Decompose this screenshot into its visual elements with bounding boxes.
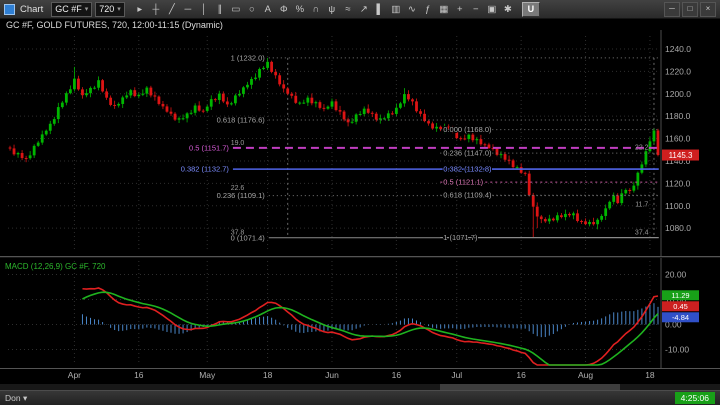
svg-text:22.6: 22.6 [231,185,245,192]
svg-text:-4.84: -4.84 [672,313,689,322]
crosshair-icon[interactable]: ┼ [148,2,164,17]
interval-value: 720 [99,4,115,14]
svg-text:0.5 (1121.1): 0.5 (1121.1) [443,178,483,187]
time-axis-label: Jul [451,370,463,380]
page-selector[interactable]: Don ▾ [5,393,27,404]
chevron-down-icon: ▾ [84,6,89,13]
trendline-icon[interactable]: ╱ [164,2,180,17]
svg-text:1160.0: 1160.0 [665,134,691,144]
svg-text:19.0: 19.0 [231,140,245,147]
svg-text:0.5 (1151.7): 0.5 (1151.7) [189,143,229,152]
zoom-in-icon[interactable]: + [452,2,468,17]
time-axis-label: 16 [516,370,526,380]
main-price-chart[interactable]: 1240.01220.01200.01180.01160.01140.01120… [0,30,720,256]
symbol-input[interactable]: GC #F ▾ [51,1,93,17]
bar-chart-icon[interactable]: ▥ [388,2,404,17]
svg-text:1080.0: 1080.0 [665,223,691,233]
grid-icon[interactable]: ▦ [436,2,452,17]
time-axis-label: 16 [391,370,402,380]
macd-study-label: MACD (12,26,9) GC #F, 720 [5,262,106,271]
u-tool-button[interactable]: U [521,1,540,17]
svg-text:20.00: 20.00 [665,270,687,280]
time-axis: Apr 16 May 18 Jun 16 Jul 16 Aug 18 [0,369,720,383]
macd-signal-line [82,291,659,366]
window-title: Chart [20,3,44,15]
svg-text:22.2: 22.2 [635,145,649,152]
svg-text:0.382 (1132.7): 0.382 (1132.7) [181,165,230,174]
last-price-badge: 1145.3 [662,149,699,161]
indicator-icon[interactable]: ƒ [420,2,436,17]
time-axis-label: Aug [577,370,594,380]
svg-text:1200.0: 1200.0 [665,89,691,99]
close-button[interactable]: × [700,1,716,17]
parallel-channel-icon[interactable]: ∥ [212,2,228,17]
text-tool-icon[interactable]: A [260,2,276,17]
svg-text:11.29: 11.29 [671,291,689,300]
percent-tool-icon[interactable]: % [292,2,308,17]
svg-text:0.45: 0.45 [673,302,688,311]
svg-text:1 (1232.0): 1 (1232.0) [231,53,266,62]
settings-icon[interactable]: ✱ [500,2,516,17]
svg-text:0.236 (1109.1): 0.236 (1109.1) [217,191,266,200]
svg-text:1100.0: 1100.0 [665,201,691,211]
fib-retracement-secondary: 0.000 (1168.0) 0.236 (1147.0) 0.382 (1132.… [440,124,659,243]
svg-text:1240.0: 1240.0 [665,44,691,54]
status-bar: Don ▾ 4:25:06 [0,390,720,405]
time-axis-label: Apr [67,370,82,380]
app-icon [4,3,15,15]
pointer-icon[interactable]: ▸ [132,2,148,17]
macd-panel[interactable]: 20.0010.000.00-10.00MACD (12,26,9) GC #F… [0,258,720,368]
line-chart-icon[interactable]: ∿ [404,2,420,17]
svg-text:0.618 (1176.6): 0.618 (1176.6) [217,115,266,124]
vertical-line-icon[interactable]: │ [196,2,212,17]
window-controls: ─ □ × [664,1,716,17]
pitchfork-icon[interactable]: ψ [324,2,340,17]
arrow-tool-icon[interactable]: ↗ [356,2,372,17]
chart-symbol-title: GC #F, GOLD FUTURES, 720, 12:00-11:15 (D… [6,20,223,30]
svg-text:1 (1071.7): 1 (1071.7) [443,233,478,242]
svg-text:0.382 (1132.8): 0.382 (1132.8) [443,165,492,174]
rectangle-tool-icon[interactable]: ▭ [228,2,244,17]
svg-text:-10.00: -10.00 [665,345,689,355]
zoom-out-icon[interactable]: − [468,2,484,17]
time-axis-label: 16 [134,370,144,380]
svg-text:37.4: 37.4 [635,230,649,237]
chart-toolbar: Chart GC #F ▾ 720 ▾ ▸ ┼ ╱ ─ │ ∥ ▭ ○ A Φ% ∩ ψ ≈ ↗ ▌ ▥ ∿ ƒ ▦… [0,0,720,19]
ellipse-tool-icon[interactable]: ○ [244,2,260,17]
symbol-value: GC #F [55,4,82,14]
wave-tool-icon[interactable]: ≈ [340,2,356,17]
interval-input[interactable]: 720 ▾ [95,1,125,17]
time-axis-label: Jun [325,370,339,380]
time-axis-label: May [199,370,216,380]
time-axis-label: 18 [645,370,655,380]
maximize-button[interactable]: □ [682,1,698,17]
chevron-down-icon: ▾ [117,6,121,13]
svg-text:0.236 (1147.0): 0.236 (1147.0) [443,149,492,158]
fibonacci-retracement-icon[interactable]: Φ [276,2,292,17]
svg-text:11.7: 11.7 [635,202,648,209]
svg-text:1120.0: 1120.0 [665,178,691,188]
horizontal-line-icon[interactable]: ─ [180,2,196,17]
snapshot-icon[interactable]: ▣ [484,2,500,17]
arc-tool-icon[interactable]: ∩ [308,2,324,17]
svg-text:37.8: 37.8 [231,230,245,237]
time-axis-label: 18 [262,370,273,380]
toolbar-icons: ▸ ┼ ╱ ─ │ ∥ ▭ ○ A Φ% ∩ ψ ≈ ↗ ▌ ▥ ∿ ƒ ▦ + − ▣ ✱ [132,2,516,17]
minimize-button[interactable]: ─ [664,1,680,17]
svg-text:0.000 (1168.0): 0.000 (1168.0) [443,125,492,134]
svg-text:0.618 (1109.4): 0.618 (1109.4) [443,191,492,200]
candlestick-chart-icon[interactable]: ▌ [372,2,388,17]
svg-text:1180.0: 1180.0 [665,111,691,121]
svg-text:1145.3: 1145.3 [669,151,693,160]
svg-text:1220.0: 1220.0 [665,66,691,76]
clock-badge: 4:25:06 [674,392,715,404]
